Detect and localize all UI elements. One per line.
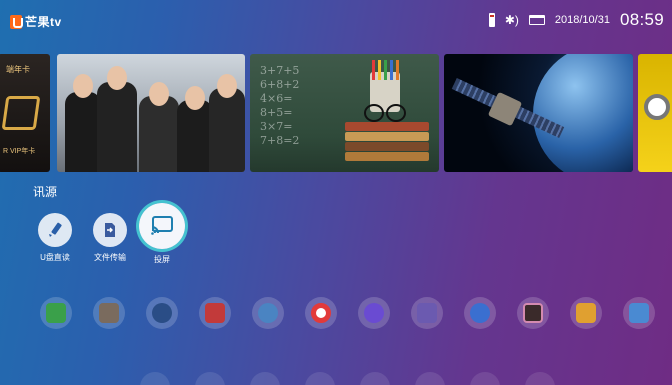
glasses-icon	[362, 104, 406, 122]
chalk-line: 7+8=2	[260, 134, 300, 147]
source-label: U盘直读	[40, 253, 70, 262]
chalkboard-text: 3+7+5 6+8+2 4×6= 8+5= 3×7= 7+8=2	[260, 64, 299, 148]
person-head	[107, 66, 127, 90]
vip-card-top-text: 端年卡	[6, 65, 30, 74]
book-icon	[345, 152, 429, 161]
mango-tv-logo: 芒果tv	[10, 13, 62, 30]
status-indicators: ✱) 2018/10/31 08:59	[488, 10, 664, 30]
app-icon-placeholder	[525, 372, 555, 385]
gallery-app-icon[interactable]	[517, 297, 549, 329]
tv-icon[interactable]	[40, 297, 72, 329]
person-figure	[65, 92, 101, 172]
next-app-row	[140, 372, 560, 385]
person-head	[149, 82, 169, 106]
banner-vip-card[interactable]: 端年卡 R VIP年卡	[0, 54, 50, 172]
settings-app-icon[interactable]	[411, 297, 443, 329]
app-icon-placeholder	[250, 372, 280, 385]
folder-app-icon[interactable]	[570, 297, 602, 329]
app-icon-placeholder	[305, 372, 335, 385]
person-head	[217, 74, 237, 98]
app-icon-placeholder	[140, 372, 170, 385]
chalk-line: 4×6=	[260, 92, 293, 105]
date-text: 2018/10/31	[554, 14, 610, 26]
clock: 08:59	[619, 10, 664, 29]
pencil-icon	[390, 60, 393, 80]
usb-read-button[interactable]	[38, 213, 72, 247]
puzzle-app-icon[interactable]	[199, 297, 231, 329]
book-icon	[345, 142, 429, 151]
chalk-line: 3×7=	[260, 120, 293, 133]
chalk-line: 8+5=	[260, 106, 293, 119]
logo-text: 芒果tv	[25, 15, 62, 29]
file-transfer-icon	[105, 223, 115, 237]
pencil-icon	[384, 60, 387, 80]
source-usb-direct-read[interactable]: U盘直读	[25, 213, 85, 263]
robot-app-icon[interactable]	[252, 297, 284, 329]
sources-section-title: 讯源	[33, 185, 58, 199]
app-icon-placeholder	[415, 372, 445, 385]
screen-cast-icon	[151, 216, 173, 235]
person-figure	[177, 100, 213, 172]
app-icon-placeholder	[470, 372, 500, 385]
pencil-icon	[49, 222, 62, 237]
browser-app-icon[interactable]	[464, 297, 496, 329]
pencil-icon	[378, 60, 381, 80]
opera-icon[interactable]	[305, 297, 337, 329]
person-figure	[97, 82, 137, 172]
chalk-line: 3+7+5	[260, 64, 300, 77]
book-icon	[345, 132, 429, 141]
bluetooth-icon: ✱)	[504, 13, 519, 27]
person-head	[73, 74, 93, 98]
banner-carousel[interactable]: 端年卡 R VIP年卡 3+7+5 6+8+2 4×6= 8+5= 3×7= 7…	[0, 54, 672, 172]
source-screen-cast[interactable]: 投屏	[132, 203, 192, 265]
source-file-transfer[interactable]: 文件传输	[80, 213, 140, 263]
person-figure	[139, 96, 179, 172]
mango-logo-icon	[10, 14, 23, 29]
minion-eye-icon	[644, 94, 670, 120]
source-label: 投屏	[154, 255, 170, 264]
clapperboard-icon[interactable]	[93, 297, 125, 329]
source-label: 文件传输	[94, 253, 126, 262]
pencil-icon	[396, 60, 399, 80]
planet-earth-icon	[533, 54, 633, 172]
file-transfer-button[interactable]	[93, 213, 127, 247]
usb-drive-icon	[488, 13, 495, 27]
banner-chalkboard[interactable]: 3+7+5 6+8+2 4×6= 8+5= 3×7= 7+8=2	[250, 54, 439, 172]
status-bar: 芒果tv ✱) 2018/10/31 08:59	[0, 0, 672, 44]
banner-satellite[interactable]	[444, 54, 633, 172]
camera-app-icon[interactable]	[623, 297, 655, 329]
camera-lens-icon[interactable]	[146, 297, 178, 329]
person-head	[185, 86, 205, 110]
chalk-line: 6+8+2	[260, 78, 300, 91]
app-icon-placeholder	[360, 372, 390, 385]
storage-card-icon	[528, 15, 545, 25]
person-figure	[209, 88, 245, 172]
vip-logo-icon	[1, 96, 41, 130]
app-icon-placeholder	[195, 372, 225, 385]
app-row	[40, 297, 660, 331]
banner-minion[interactable]	[638, 54, 672, 172]
banner-group-photo[interactable]	[57, 54, 245, 172]
screen-cast-button[interactable]	[139, 203, 185, 249]
pencil-icon	[372, 60, 375, 80]
video-player-icon[interactable]	[358, 297, 390, 329]
book-icon	[345, 122, 429, 131]
vip-card-bottom-text: R VIP年卡	[3, 148, 36, 155]
